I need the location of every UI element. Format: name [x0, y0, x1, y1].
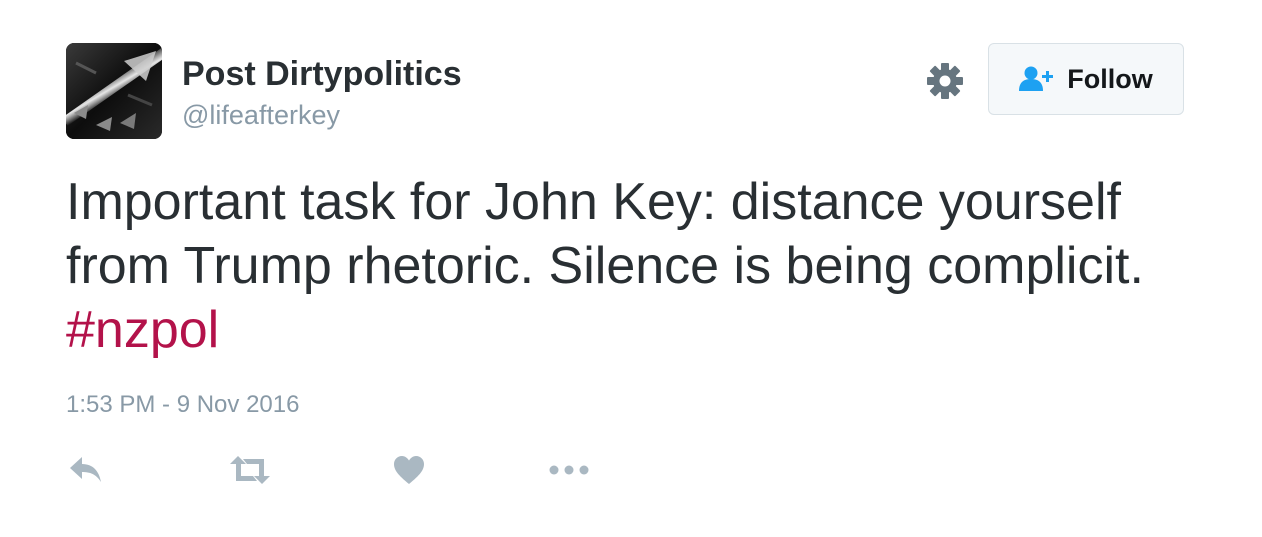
add-user-icon — [1019, 65, 1055, 93]
display-name[interactable]: Post Dirtypolitics — [182, 55, 462, 94]
gear-icon[interactable] — [925, 61, 965, 101]
reply-icon[interactable] — [68, 450, 104, 490]
tweet-actions — [0, 450, 1262, 490]
retweet-icon[interactable] — [229, 450, 271, 490]
tweet-text: Important task for John Key: distance yo… — [66, 170, 1206, 362]
user-avatar[interactable] — [66, 43, 162, 139]
screen-name[interactable]: @lifeafterkey — [182, 100, 340, 131]
tweet-card: Post Dirtypolitics @lifeafterkey Follow … — [0, 0, 1262, 537]
tweet-text-line: from Trump rhetoric. Silence is being co… — [66, 237, 1144, 295]
tweet-timestamp[interactable]: 1:53 PM - 9 Nov 2016 — [66, 391, 299, 419]
follow-button[interactable]: Follow — [988, 43, 1184, 115]
follow-label: Follow — [1067, 63, 1153, 94]
heart-icon[interactable] — [393, 450, 425, 490]
more-icon[interactable] — [549, 450, 589, 490]
hashtag-link[interactable]: #nzpol — [66, 298, 1206, 362]
tweet-text-line: Important task for John Key: distance yo… — [66, 173, 1121, 231]
